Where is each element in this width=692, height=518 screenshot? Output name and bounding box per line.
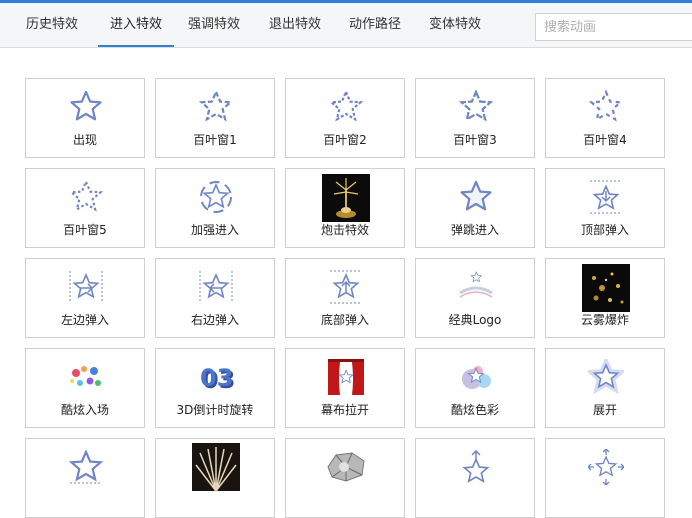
fireworks-thumbnail [322, 174, 370, 222]
star-arrow-up-icon [328, 269, 364, 305]
effect-card-cool-colors[interactable]: 酷炫色彩 [415, 348, 535, 428]
effect-card-blinds-1[interactable]: 百叶窗1 [155, 78, 275, 158]
star-blinds-icon [458, 89, 494, 125]
tab-entrance-effects[interactable]: 进入特效 [98, 3, 174, 47]
star-solid-icon [68, 89, 104, 125]
feather-burst-thumbnail [192, 443, 240, 492]
star-arrow-right-icon [68, 269, 104, 305]
effect-card-cool-entrance[interactable]: 酷炫入场 [25, 348, 145, 428]
star-blinds-icon [328, 89, 364, 125]
color-dots-icon [68, 359, 104, 395]
star-spin-icon [198, 179, 234, 215]
effect-card-cannon-fireworks[interactable]: 炮击特效 [285, 168, 405, 248]
star-arrow-down-icon [588, 179, 624, 215]
star-blinds-icon [198, 89, 234, 125]
effect-card-appear[interactable]: 出现 [25, 78, 145, 158]
effect-card-enhanced-entry[interactable]: 加强进入 [155, 168, 275, 248]
effect-card-3d-countdown-spin[interactable]: 03 03 3D倒计时旋转 [155, 348, 275, 428]
effect-card-classic-logo[interactable]: 经典Logo [415, 258, 535, 338]
tab-emphasis-effects[interactable]: 强调特效 [180, 3, 248, 47]
curtain-icon [328, 359, 364, 395]
effect-card-right-bounce[interactable]: 右边弹入 [155, 258, 275, 338]
effect-card-cloud-explosion[interactable]: 云雾爆炸 [545, 258, 665, 338]
star-blinds-icon [68, 179, 104, 215]
search-animation-input[interactable] [535, 13, 692, 41]
effect-card-top-bounce[interactable]: 顶部弹入 [545, 168, 665, 248]
effect-card-zoom-star[interactable] [25, 438, 145, 518]
tab-history-effects[interactable]: 历史特效 [18, 3, 86, 47]
effect-card-bottom-bounce[interactable]: 底部弹入 [285, 258, 405, 338]
star-arrow-left-icon [198, 269, 234, 305]
svg-text:03: 03 [200, 364, 233, 392]
effect-card-left-bounce[interactable]: 左边弹入 [25, 258, 145, 338]
tab-motion-paths[interactable]: 动作路径 [341, 3, 409, 47]
effect-card-bounce-entry[interactable]: 弹跳进入 [415, 168, 535, 248]
countdown-3d-icon: 03 03 [198, 359, 235, 395]
effect-card-blinds-4[interactable]: 百叶窗4 [545, 78, 665, 158]
star-glow-icon [588, 359, 624, 395]
star-solid-icon [458, 179, 494, 215]
effect-card-feather-burst[interactable] [155, 438, 275, 518]
effect-category-tabbar: 历史特效 进入特效 强调特效 退出特效 动作路径 变体特效 [0, 3, 692, 48]
effect-card-blinds-2[interactable]: 百叶窗2 [285, 78, 405, 158]
effect-card-expand-arrows[interactable] [545, 438, 665, 518]
star-zoom-icon [68, 449, 104, 485]
star-expand-arrows-icon [587, 448, 625, 486]
color-bubbles-icon [458, 359, 494, 395]
effect-card-rise-star[interactable] [415, 438, 535, 518]
effect-card-blinds-5[interactable]: 百叶窗5 [25, 168, 145, 248]
effect-card-shatter[interactable] [285, 438, 405, 518]
effect-card-blinds-3[interactable]: 百叶窗3 [415, 78, 535, 158]
effect-card-expand[interactable]: 展开 [545, 348, 665, 428]
shatter-thumbnail [322, 447, 370, 487]
effect-card-curtain-open[interactable]: 幕布拉开 [285, 348, 405, 428]
star-arrow-up-icon [458, 449, 494, 485]
star-blinds-icon [588, 89, 624, 125]
tab-exit-effects[interactable]: 退出特效 [261, 3, 329, 47]
logo-icon [458, 269, 494, 305]
tab-variant-effects[interactable]: 变体特效 [421, 3, 489, 47]
sparkle-thumbnail [582, 264, 630, 312]
